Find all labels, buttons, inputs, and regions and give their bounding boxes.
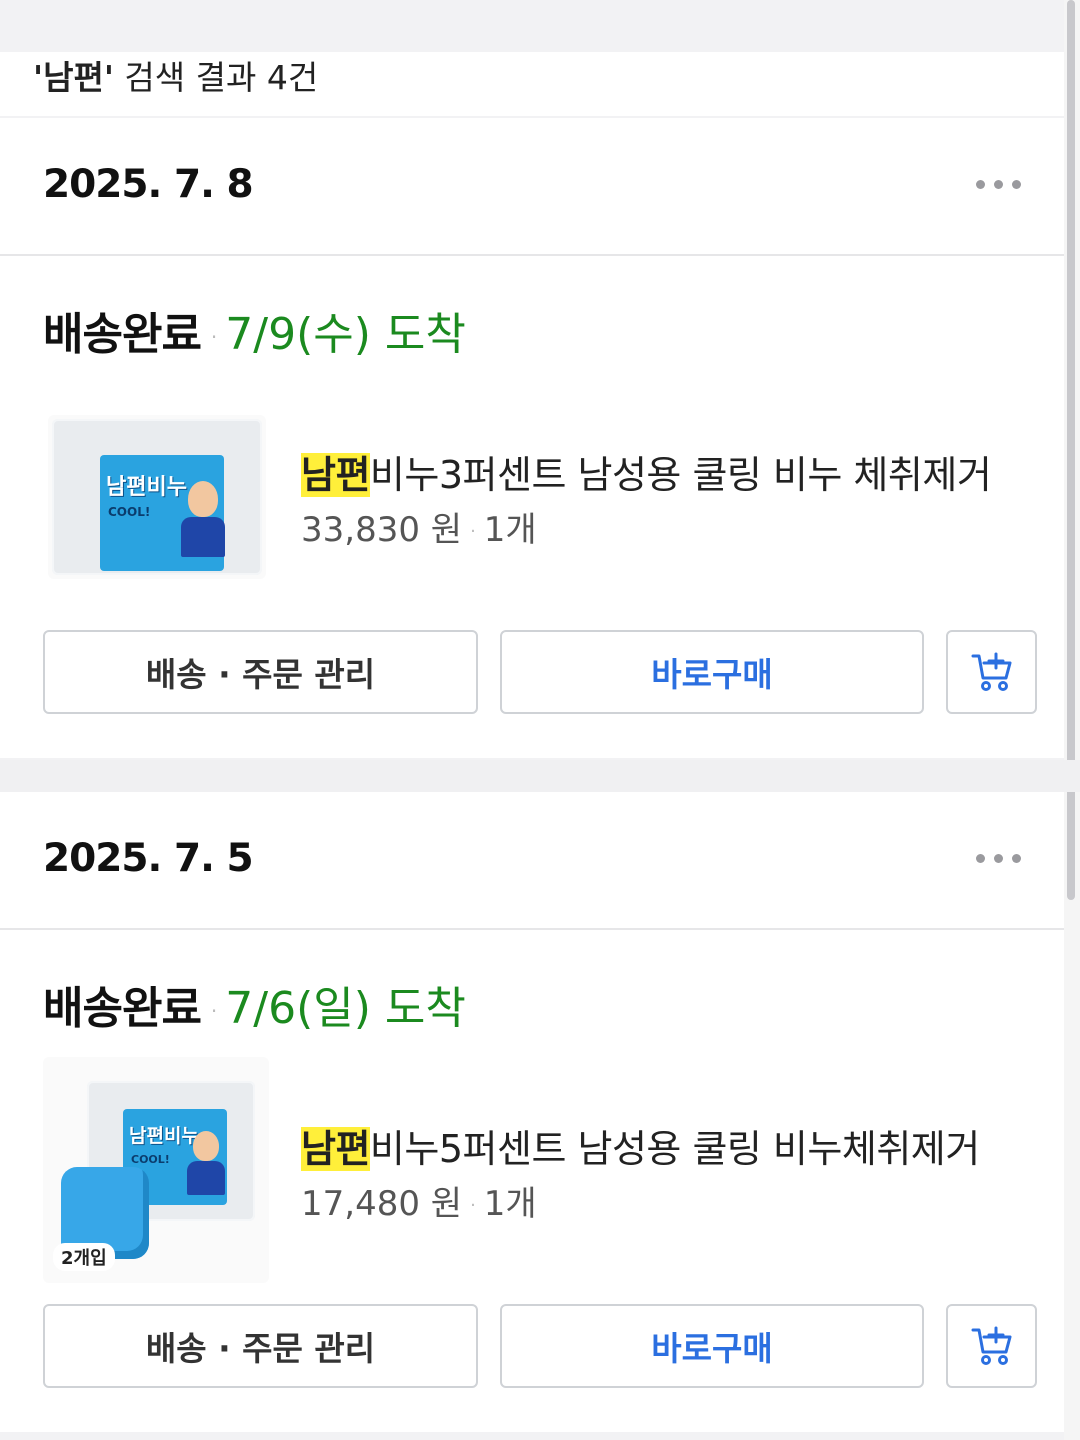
search-highlight: 남편 — [301, 453, 370, 497]
product-thumbnail[interactable]: 남편비누 COOL! 2개입 — [43, 1057, 269, 1283]
product-title[interactable]: 남편비누3퍼센트 남성용 쿨링 비누 체취제거 — [301, 444, 1021, 499]
buy-now-button[interactable]: 바로구매 — [500, 630, 924, 714]
pack-count-tag: 2개입 — [53, 1243, 115, 1271]
search-keyword: '남편' — [33, 58, 114, 97]
product-title[interactable]: 남편비누5퍼센트 남성용 쿨링 비누체취제거 — [301, 1118, 1021, 1173]
order-card: 2025. 7. 5 배송완료 · 7/6(일) 도착 남편비누 COOL! 2개입… — [0, 792, 1064, 1432]
mascot-head-image — [188, 481, 218, 517]
product-price: 17,480 원 — [301, 1184, 463, 1224]
more-dots-icon[interactable] — [976, 173, 1024, 195]
product-meta: 17,480 원 · 1개 — [301, 1176, 537, 1225]
product-label-text: 남편비누 — [129, 1125, 199, 1147]
product-thumbnail[interactable]: 남편비누 COOL! — [48, 415, 266, 579]
delivery-status: 배송완료 — [43, 309, 202, 360]
cart-add-icon — [971, 1326, 1011, 1365]
order-card: 2025. 7. 8 배송완료 · 7/9(수) 도착 남편비누 COOL! 남편비… — [0, 118, 1064, 758]
delivery-status-row: 배송완료 · 7/9(수) 도착 — [43, 298, 466, 362]
mascot-body-image — [187, 1161, 225, 1195]
delivery-status: 배송완료 — [43, 983, 202, 1034]
order-date: 2025. 7. 8 — [43, 162, 254, 207]
product-quantity: 1개 — [483, 510, 537, 550]
section-divider — [0, 760, 1080, 792]
arrival-date: 7/6(일) 도착 — [225, 983, 466, 1034]
order-date: 2025. 7. 5 — [43, 836, 254, 881]
scrollbar-track[interactable] — [1064, 0, 1080, 1440]
add-to-cart-button[interactable] — [946, 630, 1037, 714]
product-meta: 33,830 원 · 1개 — [301, 502, 537, 551]
add-to-cart-button[interactable] — [946, 1304, 1037, 1388]
buy-now-button[interactable]: 바로구매 — [500, 1304, 924, 1388]
product-label-caption: COOL! — [131, 1153, 170, 1166]
arrival-date: 7/9(수) 도착 — [225, 309, 466, 360]
top-bar — [0, 0, 1064, 52]
product-label-caption: COOL! — [108, 505, 151, 519]
product-title-text: 비누5퍼센트 남성용 쿨링 비누체취제거 — [369, 1127, 980, 1171]
delivery-order-manage-button[interactable]: 배송 · 주문 관리 — [43, 630, 478, 714]
search-highlight: 남편 — [301, 1127, 370, 1171]
cart-add-icon — [971, 652, 1011, 691]
mascot-head-image — [193, 1131, 219, 1161]
more-dots-icon[interactable] — [976, 847, 1024, 869]
order-date-header: 2025. 7. 5 — [0, 792, 1064, 930]
delivery-order-manage-button[interactable]: 배송 · 주문 관리 — [43, 1304, 478, 1388]
product-label-text: 남편비누 — [106, 475, 187, 500]
order-date-header: 2025. 7. 8 — [0, 118, 1064, 256]
product-title-text: 비누3퍼센트 남성용 쿨링 비누 체취제거 — [369, 453, 992, 497]
product-quantity: 1개 — [483, 1184, 537, 1224]
product-price: 33,830 원 — [301, 510, 463, 550]
separator-dot: · — [470, 521, 476, 542]
separator-dot: · — [210, 999, 218, 1023]
search-result-summary: '남편' 검색 결과 4건 — [0, 52, 1064, 116]
separator-dot: · — [470, 1195, 476, 1216]
delivery-status-row: 배송완료 · 7/6(일) 도착 — [43, 972, 466, 1036]
mascot-body-image — [181, 517, 225, 557]
separator-dot: · — [210, 325, 218, 349]
search-result-count: 검색 결과 4건 — [113, 58, 319, 97]
